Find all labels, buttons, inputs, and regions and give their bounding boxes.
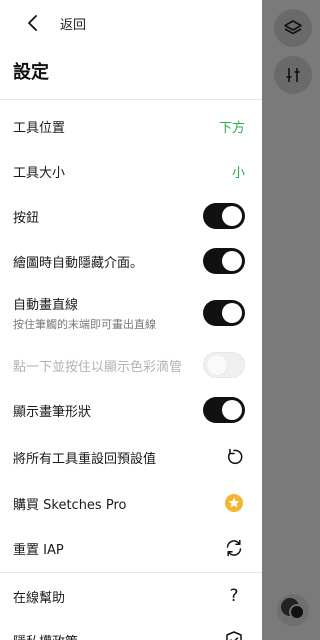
sliders-icon — [286, 68, 300, 82]
question-icon: ? — [229, 586, 239, 606]
tool-size-label: 工具大小 — [13, 165, 66, 181]
shield-icon — [223, 629, 245, 640]
eyedropper-row: 點一下並按住以顯示色彩滴管 — [0, 345, 262, 385]
canvas-backdrop — [262, 0, 320, 640]
top-bar: 返回 — [0, 0, 262, 46]
buy-pro-row[interactable]: 購買 Sketches Pro — [0, 483, 262, 523]
refresh-icon — [223, 537, 245, 559]
auto-hide-row: 繪圖時自動隱藏介面。 — [0, 241, 262, 281]
back-button[interactable]: 返回 — [0, 0, 86, 46]
tool-position-label: 工具位置 — [13, 120, 66, 136]
privacy-row[interactable]: 隱私權政策 — [0, 620, 262, 640]
layers-button[interactable] — [274, 9, 312, 47]
privacy-label: 隱私權政策 — [13, 631, 78, 640]
reset-tools-row[interactable]: 將所有工具重設回預設值 — [0, 437, 262, 477]
eyedropper-label: 點一下並按住以顯示色彩滴管 — [13, 359, 183, 375]
help-row[interactable]: 在線幫助 ? — [0, 576, 262, 616]
buttons-row: 按鈕 — [0, 196, 262, 236]
reset-iap-row[interactable]: 重置 IAP — [0, 528, 262, 568]
page-title: 設定 — [0, 46, 262, 100]
auto-hide-label: 繪圖時自動隱藏介面。 — [13, 255, 144, 271]
reset-tools-label: 將所有工具重設回預設值 — [13, 451, 157, 467]
help-label: 在線幫助 — [13, 590, 66, 606]
buy-pro-label: 購買 Sketches Pro — [13, 497, 127, 513]
auto-line-sublabel: 按住筆觸的末端即可畫出直線 — [13, 318, 156, 331]
adjust-button[interactable] — [274, 56, 312, 94]
auto-line-row: 自動畫直線 按住筆觸的末端即可畫出直線 — [0, 290, 262, 336]
section-divider — [0, 572, 262, 573]
star-icon — [223, 492, 245, 514]
buttons-toggle[interactable] — [203, 203, 245, 229]
color-picker-button[interactable] — [277, 594, 309, 626]
tool-position-row[interactable]: 工具位置 下方 — [0, 106, 262, 146]
tool-position-value[interactable]: 下方 — [219, 117, 245, 136]
tool-size-row[interactable]: 工具大小 小 — [0, 151, 262, 191]
brush-shape-row: 顯示畫筆形狀 — [0, 390, 262, 430]
reset-icon — [223, 446, 245, 468]
brush-shape-label: 顯示畫筆形狀 — [13, 404, 92, 420]
color-swatch-secondary-icon — [289, 604, 305, 620]
auto-hide-toggle[interactable] — [203, 248, 245, 274]
eyedropper-toggle[interactable] — [203, 352, 245, 378]
reset-iap-label: 重置 IAP — [13, 542, 64, 558]
buttons-label: 按鈕 — [13, 210, 40, 226]
auto-line-label: 自動畫直線 — [13, 298, 79, 313]
auto-line-toggle[interactable] — [203, 300, 245, 326]
back-label: 返回 — [60, 17, 87, 33]
layers-icon — [284, 20, 302, 35]
chevron-left-icon — [28, 15, 37, 31]
brush-shape-toggle[interactable] — [203, 397, 245, 423]
tool-size-value[interactable]: 小 — [232, 162, 245, 181]
settings-panel: 返回 設定 工具位置 下方 工具大小 小 按鈕 繪圖時自動隱藏介面。 自動畫直線… — [0, 0, 262, 640]
